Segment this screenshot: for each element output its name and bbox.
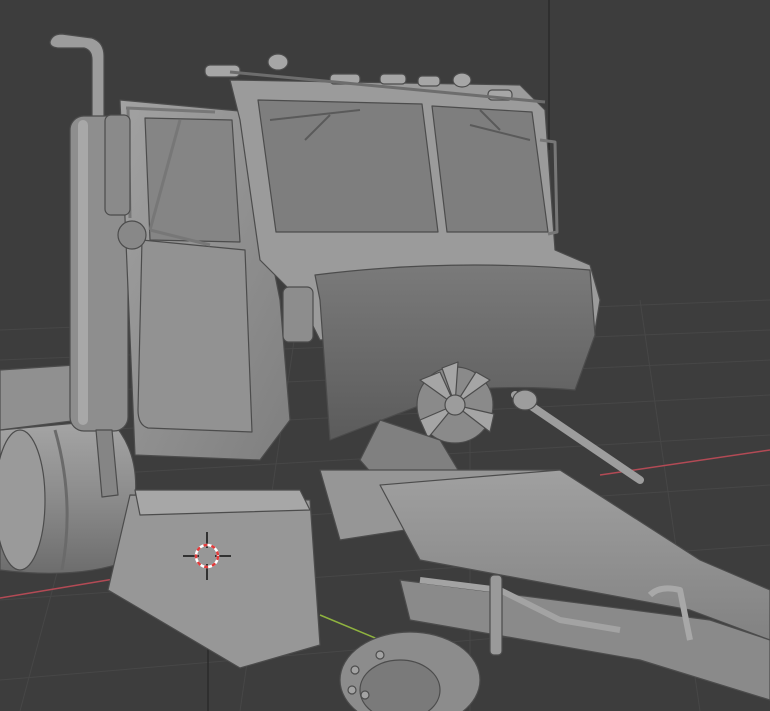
side-window[interactable]: [144, 117, 241, 243]
shock-absorber[interactable]: [489, 574, 503, 656]
windshield-right[interactable]: [431, 105, 549, 233]
3d-viewport[interactable]: [0, 0, 770, 711]
front-wheel-hub[interactable]: [339, 631, 481, 711]
step-fender[interactable]: [107, 494, 321, 669]
cab-door[interactable]: [137, 239, 253, 433]
x-axis-line: [0, 577, 121, 599]
viewport-canvas[interactable]: [0, 0, 770, 711]
exhaust-stack[interactable]: [49, 33, 105, 119]
hood-latch[interactable]: [282, 286, 314, 343]
fuel-tank-cap: [0, 429, 46, 571]
battery-box[interactable]: [0, 364, 81, 431]
steering-linkage[interactable]: [511, 391, 644, 484]
mirror-mount: [117, 220, 147, 250]
exhaust-pipe-highlight: [78, 120, 88, 425]
y-axis-line: [319, 614, 381, 641]
mirror-left-glass[interactable]: [104, 114, 131, 216]
fan-hub: [444, 394, 466, 416]
truck-model[interactable]: [0, 33, 770, 711]
linkage-joint: [512, 389, 538, 411]
windshield-left[interactable]: [257, 99, 439, 233]
step-plate[interactable]: [134, 489, 311, 516]
